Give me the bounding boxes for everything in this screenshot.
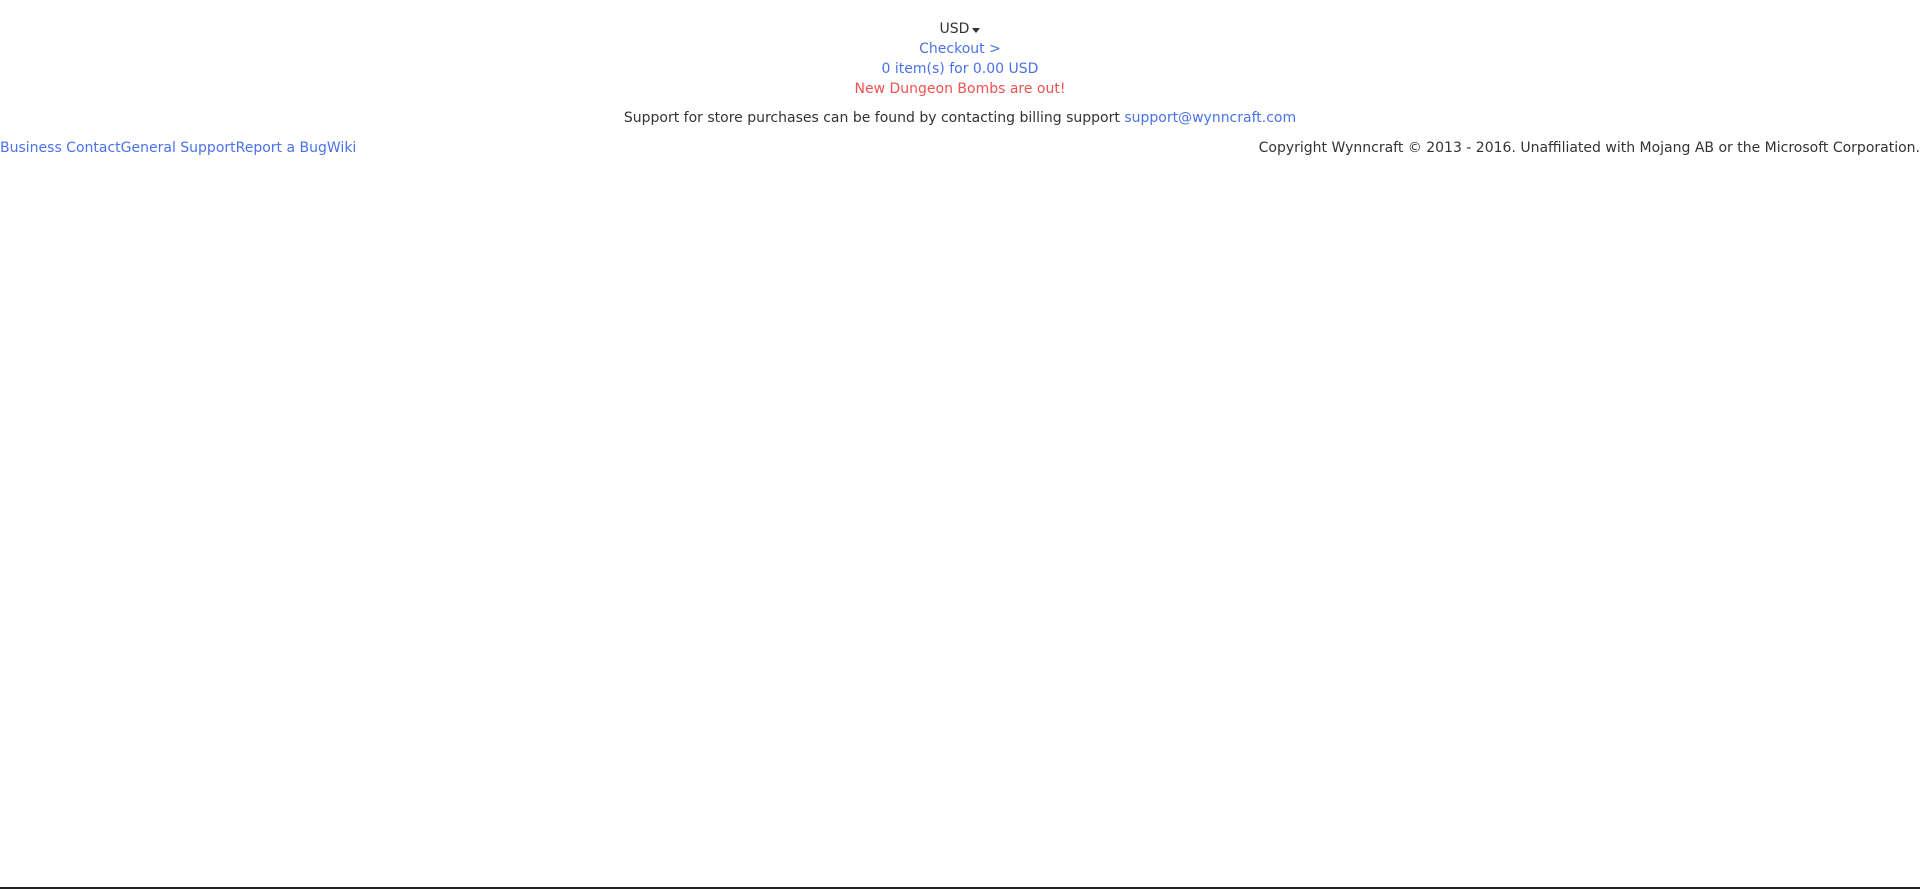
copyright-text: Copyright Wynncraft © 2013 - 2016. Unaff… xyxy=(1258,140,1920,156)
caret-down-icon xyxy=(972,28,981,33)
currency-label: USD xyxy=(939,21,970,37)
footer-link-business-contact[interactable]: Business Contact xyxy=(0,140,121,156)
currency-dropdown[interactable]: USD xyxy=(940,20,981,39)
checkout-link[interactable]: Checkout > xyxy=(919,41,1001,57)
checkout-row: Checkout > xyxy=(0,39,1920,59)
footer: Business ContactGeneral SupportReport a … xyxy=(0,138,1920,158)
cart-summary-link[interactable]: 0 item(s) for 0.00 USD xyxy=(882,61,1039,77)
footer-links: Business ContactGeneral SupportReport a … xyxy=(0,138,356,158)
cart-row: 0 item(s) for 0.00 USD xyxy=(0,59,1920,79)
store-page: USD Checkout > 0 item(s) for 0.00 USD Ne… xyxy=(0,0,1920,889)
announcement-text: New Dungeon Bombs are out! xyxy=(854,81,1066,97)
currency-row: USD xyxy=(0,19,1920,39)
footer-link-general-support[interactable]: General Support xyxy=(121,140,236,156)
support-note: Support for store purchases can be found… xyxy=(0,108,1920,128)
footer-link-wiki[interactable]: Wiki xyxy=(327,140,356,156)
store-header: USD Checkout > 0 item(s) for 0.00 USD Ne… xyxy=(0,19,1920,99)
support-text: Support for store purchases can be found… xyxy=(623,110,1125,126)
support-email-link[interactable]: support@wynncraft.com xyxy=(1124,110,1296,126)
footer-link-report-bug[interactable]: Report a Bug xyxy=(236,140,327,156)
